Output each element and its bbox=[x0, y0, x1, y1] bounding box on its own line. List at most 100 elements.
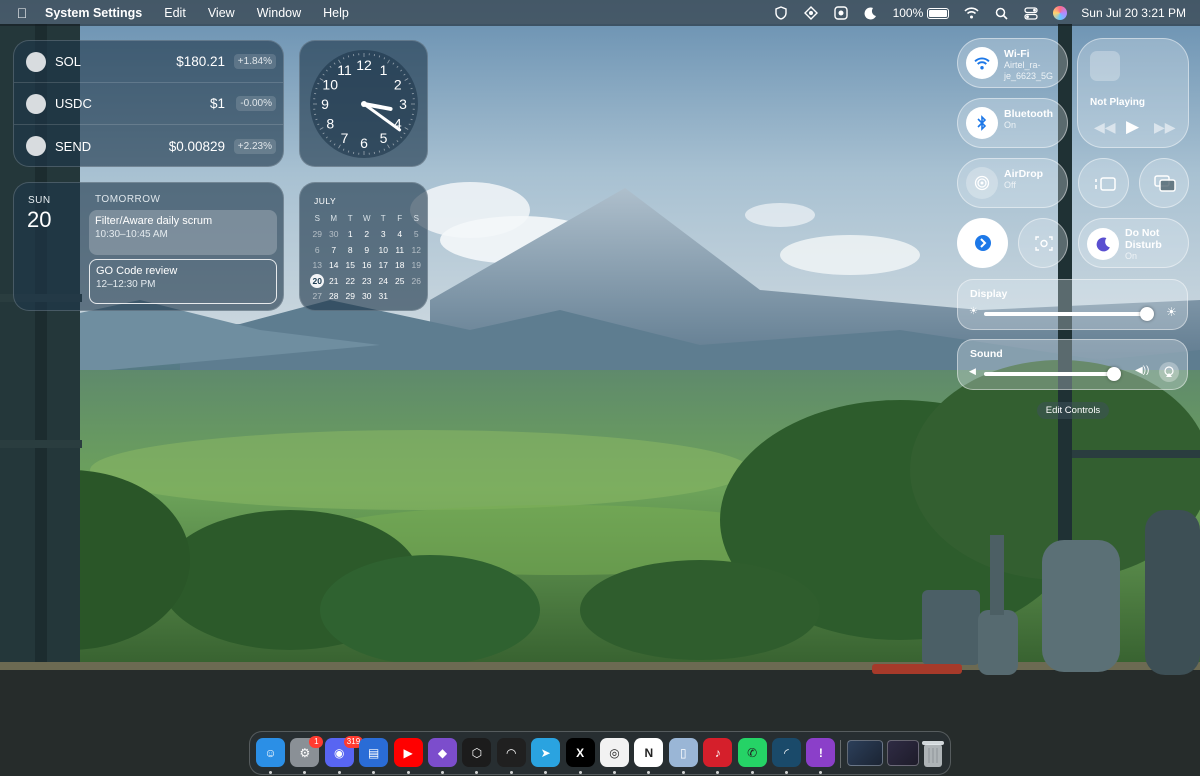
date-cell[interactable]: 9 bbox=[359, 245, 376, 255]
brightness-slider-knob[interactable] bbox=[1139, 307, 1154, 321]
date-cell[interactable]: 8 bbox=[342, 245, 359, 255]
menu-bar-clock[interactable]: Sun Jul 20 3:21 PM bbox=[1081, 6, 1186, 20]
clock-widget[interactable]: 12 1 2 3 4 5 6 7 8 9 10 11 bbox=[299, 40, 428, 167]
app-grid-icon[interactable] bbox=[833, 6, 849, 20]
clock-numeral: 3 bbox=[399, 96, 407, 112]
screen-mirroring-button[interactable] bbox=[1139, 158, 1189, 208]
date-cell[interactable]: 19 bbox=[408, 260, 425, 270]
bluetooth-toggle[interactable]: Bluetooth On bbox=[957, 98, 1068, 148]
date-cell[interactable]: 31 bbox=[375, 291, 392, 301]
stock-row[interactable]: SEND $0.00829 +2.23% bbox=[14, 125, 283, 166]
date-cell[interactable]: 1 bbox=[342, 229, 359, 239]
wifi-icon[interactable] bbox=[963, 6, 979, 20]
dock-app-feedback[interactable]: ! bbox=[806, 738, 836, 767]
now-playing-module[interactable]: Not Playing ◀◀ ▶ ▶▶ bbox=[1077, 38, 1189, 148]
date-cell[interactable]: 2 bbox=[359, 229, 376, 239]
menu-edit[interactable]: Edit bbox=[164, 6, 186, 20]
minimized-window-thumbnail[interactable] bbox=[847, 740, 883, 766]
date-cell[interactable]: 11 bbox=[392, 245, 409, 255]
date-cell[interactable]: 29 bbox=[309, 229, 326, 239]
edit-controls-button[interactable]: Edit Controls bbox=[1037, 402, 1109, 419]
battery-status[interactable]: 100% bbox=[893, 6, 950, 20]
screenshot-button[interactable] bbox=[1018, 218, 1068, 268]
menu-window[interactable]: Window bbox=[257, 6, 301, 20]
date-cell[interactable]: 30 bbox=[359, 291, 376, 301]
date-cell[interactable]: 21 bbox=[326, 276, 343, 286]
date-cell[interactable]: 27 bbox=[309, 291, 326, 301]
date-cell[interactable]: 14 bbox=[326, 260, 343, 270]
date-cell[interactable]: 5 bbox=[408, 229, 425, 239]
today-date-cell[interactable]: 20 bbox=[310, 273, 325, 288]
date-cell[interactable]: 25 bbox=[392, 276, 409, 286]
minimized-window-thumbnail[interactable] bbox=[887, 740, 919, 766]
brightness-slider[interactable] bbox=[984, 312, 1147, 316]
next-track-icon[interactable]: ▶▶ bbox=[1154, 119, 1176, 136]
dock-app-preview[interactable]: ▯ bbox=[668, 738, 698, 767]
dock-app-files[interactable]: ▤ bbox=[359, 738, 389, 767]
date-cell[interactable]: 3 bbox=[375, 229, 392, 239]
airplay-audio-icon[interactable] bbox=[1159, 362, 1179, 382]
date-cell[interactable]: 10 bbox=[375, 245, 392, 255]
menu-help[interactable]: Help bbox=[323, 6, 349, 20]
date-cell[interactable]: 22 bbox=[342, 276, 359, 286]
calendar-widget[interactable]: SUN 20 TOMORROW Filter/Aware daily scrum… bbox=[13, 182, 284, 311]
apple-menu-icon[interactable]:  bbox=[15, 5, 29, 21]
stock-row[interactable]: SOL $180.21 +1.84% bbox=[14, 41, 283, 83]
weekday-header: S bbox=[314, 214, 320, 224]
siri-icon[interactable] bbox=[1053, 6, 1068, 20]
hearing-toggle[interactable] bbox=[957, 218, 1008, 268]
date-cell[interactable]: 15 bbox=[342, 260, 359, 270]
volume-low-icon: ◀ bbox=[969, 366, 976, 376]
dock-app-whatsapp[interactable]: ✆ bbox=[737, 738, 767, 767]
previous-track-icon[interactable]: ◀◀ bbox=[1094, 119, 1116, 136]
dock-app-finder[interactable]: ☺ bbox=[256, 738, 285, 767]
date-cell[interactable]: 4 bbox=[392, 229, 409, 239]
date-cell[interactable]: 16 bbox=[359, 260, 376, 270]
dock-app-notion[interactable]: N bbox=[634, 738, 664, 767]
dock-app-cursor[interactable]: ⬡ bbox=[462, 738, 492, 767]
date-cell[interactable]: 24 bbox=[375, 276, 392, 286]
date-cell[interactable]: 7 bbox=[326, 245, 343, 255]
dock-app-chrome[interactable]: ◎ bbox=[600, 738, 629, 767]
dock-app-warp[interactable]: ◠ bbox=[496, 738, 526, 767]
dock-app-arc[interactable]: ◜ bbox=[772, 738, 801, 767]
shield-icon[interactable] bbox=[773, 6, 789, 20]
control-center-icon[interactable] bbox=[1023, 6, 1039, 20]
wifi-toggle[interactable]: Wi-Fi Airtel_ra-je_6623_5G bbox=[957, 38, 1068, 88]
date-cell[interactable]: 23 bbox=[359, 276, 376, 286]
dock-app-obsidian[interactable]: ◆ bbox=[428, 738, 457, 767]
volume-slider-knob[interactable] bbox=[1107, 367, 1122, 381]
menu-app-name[interactable]: System Settings bbox=[45, 6, 142, 20]
stocks-widget[interactable]: SOL $180.21 +1.84% USDC $1 -0.00% SEND $… bbox=[13, 40, 284, 167]
play-icon[interactable]: ▶ bbox=[1126, 117, 1139, 137]
date-cell[interactable]: 29 bbox=[342, 291, 359, 301]
spotlight-search-icon[interactable] bbox=[993, 6, 1009, 20]
date-cell[interactable]: 17 bbox=[375, 260, 392, 270]
date-cell[interactable]: 18 bbox=[392, 260, 409, 270]
calendar-event[interactable]: GO Code review 12–12:30 PM bbox=[89, 259, 277, 304]
calendar-event[interactable]: Filter/Aware daily scrum 10:30–10:45 AM bbox=[89, 210, 277, 255]
do-not-disturb-toggle[interactable]: Do Not Disturb On bbox=[1078, 218, 1189, 268]
stock-row[interactable]: USDC $1 -0.00% bbox=[14, 83, 283, 125]
dock-app-x[interactable]: X bbox=[565, 738, 595, 767]
wifi-icon bbox=[966, 47, 998, 79]
weekday-header: T bbox=[380, 214, 386, 224]
date-cell[interactable]: 30 bbox=[326, 229, 343, 239]
date-cell[interactable]: 13 bbox=[309, 260, 326, 270]
dock-app-music[interactable]: ♪ bbox=[703, 738, 733, 767]
date-cell[interactable]: 12 bbox=[408, 245, 425, 255]
date-cell[interactable]: 26 bbox=[408, 276, 425, 286]
focus-moon-icon[interactable] bbox=[863, 6, 879, 20]
dock-app-telegram[interactable]: ➤ bbox=[531, 738, 561, 767]
date-cell[interactable]: 28 bbox=[326, 291, 343, 301]
dock-app-youtube[interactable]: ▶ bbox=[393, 738, 423, 767]
trash-icon[interactable] bbox=[921, 739, 945, 768]
dropzone-icon[interactable] bbox=[803, 6, 819, 20]
stage-manager-button[interactable] bbox=[1078, 158, 1129, 208]
date-cell[interactable]: 6 bbox=[309, 245, 326, 255]
dnd-label: Do Not Disturb bbox=[1125, 227, 1162, 251]
menu-view[interactable]: View bbox=[208, 6, 235, 20]
month-calendar-widget[interactable]: JULY S M T W T F S 29 30 1 2 3 4 5 6 7 8 9 10 11 12 13 14 15 16 1… bbox=[299, 182, 428, 311]
airdrop-toggle[interactable]: AirDrop Off bbox=[957, 158, 1068, 208]
volume-slider[interactable] bbox=[984, 372, 1115, 376]
